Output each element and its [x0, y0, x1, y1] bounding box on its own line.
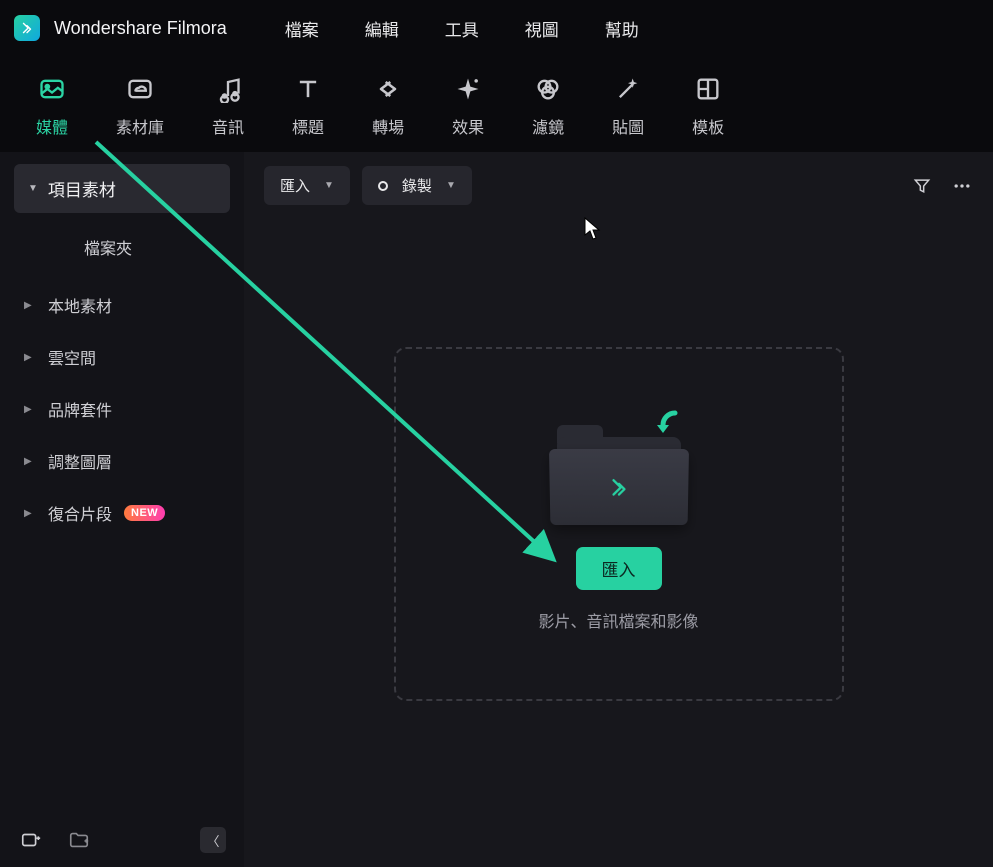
ribbon-stickers[interactable]: 貼圖 [612, 74, 644, 138]
menu-tools[interactable]: 工具 [429, 10, 495, 47]
ribbon-label: 轉場 [372, 114, 404, 138]
new-badge: NEW [124, 505, 165, 521]
chevron-down-icon: ▼ [324, 180, 334, 191]
ribbon-audio[interactable]: 音訊 [212, 74, 244, 138]
menu-edit[interactable]: 編輯 [349, 10, 415, 47]
sidebar: ▼ 項目素材 檔案夾 ▶ 本地素材 ▶ 雲空間 ▶ 品牌套件 ▶ 調整圖層 [0, 152, 244, 867]
chevron-right-icon: ▶ [24, 404, 36, 415]
main-panel: 匯入 ▼ 錄製 ▼ [244, 152, 993, 867]
import-dropdown-label: 匯入 [280, 175, 310, 196]
more-options-button[interactable] [951, 175, 973, 197]
sidebar-item-brand-kit[interactable]: ▶ 品牌套件 [14, 383, 230, 435]
text-icon [293, 74, 323, 104]
chevron-right-icon: ▶ [24, 352, 36, 363]
import-button-label: 匯入 [602, 561, 636, 580]
chevron-left-icon: 〈 [206, 831, 219, 850]
ribbon-label: 模板 [692, 114, 724, 138]
venn-icon [533, 74, 563, 104]
ribbon-label: 效果 [452, 114, 484, 138]
app-logo [14, 15, 40, 41]
ribbon-label: 素材庫 [116, 114, 164, 138]
ribbon-templates[interactable]: 模板 [692, 74, 724, 138]
download-arrow-icon [647, 409, 683, 445]
filmora-mark-icon [608, 477, 630, 498]
import-dropzone[interactable]: 匯入 影片、音訊檔案和影像 [394, 347, 844, 701]
sparkle-icon [453, 74, 483, 104]
ribbon: 媒體 素材庫 音訊 標題 轉場 效果 濾鏡 [0, 56, 993, 152]
record-dropdown[interactable]: 錄製 ▼ [362, 166, 472, 205]
sidebar-item-local[interactable]: ▶ 本地素材 [14, 279, 230, 331]
menubar: Wondershare Filmora 檔案 編輯 工具 視圖 幫助 [0, 0, 993, 56]
chevron-right-icon: ▶ [24, 508, 36, 519]
chevron-down-icon: ▼ [446, 180, 456, 191]
layout-icon [693, 74, 723, 104]
chevron-right-icon: ▶ [24, 456, 36, 467]
new-bin-button[interactable] [18, 827, 44, 853]
main-toolbar: 匯入 ▼ 錄製 ▼ [244, 152, 993, 219]
ribbon-label: 音訊 [212, 114, 244, 138]
sidebar-item-label: 調整圖層 [48, 449, 112, 473]
media-icon [37, 74, 67, 104]
ribbon-titles[interactable]: 標題 [292, 74, 324, 138]
music-note-icon [213, 74, 243, 104]
ribbon-label: 媒體 [36, 114, 68, 138]
dropzone-hint: 影片、音訊檔案和影像 [538, 608, 698, 632]
cloud-icon [125, 74, 155, 104]
sidebar-item-label: 雲空間 [48, 345, 96, 369]
ribbon-label: 濾鏡 [532, 114, 564, 138]
ribbon-effects[interactable]: 效果 [452, 74, 484, 138]
chevron-right-icon: ▶ [24, 300, 36, 311]
sidebar-item-label: 本地素材 [48, 293, 112, 317]
ribbon-label: 貼圖 [612, 114, 644, 138]
menu-file[interactable]: 檔案 [269, 10, 335, 47]
filter-sort-button[interactable] [911, 175, 933, 197]
new-folder-button[interactable] [66, 827, 92, 853]
wand-icon [613, 74, 643, 104]
collapse-sidebar-button[interactable]: 〈 [200, 827, 226, 853]
ribbon-label: 標題 [292, 114, 324, 138]
record-dropdown-label: 錄製 [402, 175, 432, 196]
import-dropdown[interactable]: 匯入 ▼ [264, 166, 350, 205]
ribbon-stock[interactable]: 素材庫 [116, 74, 164, 138]
menu-help[interactable]: 幫助 [589, 10, 655, 47]
ribbon-filters[interactable]: 濾鏡 [532, 74, 564, 138]
sidebar-footer: 〈 [0, 813, 244, 867]
chevron-down-icon: ▼ [28, 183, 38, 194]
sidebar-item-label: 復合片段 [48, 501, 112, 525]
import-button[interactable]: 匯入 [576, 547, 662, 590]
sidebar-header-label: 項目素材 [48, 176, 116, 201]
sidebar-item-label: 品牌套件 [48, 397, 112, 421]
app-title: Wondershare Filmora [54, 18, 227, 39]
transition-icon [373, 74, 403, 104]
folder-illustration [549, 415, 689, 525]
sidebar-item-cloud[interactable]: ▶ 雲空間 [14, 331, 230, 383]
record-icon [378, 181, 388, 191]
ribbon-transitions[interactable]: 轉場 [372, 74, 404, 138]
sidebar-sub-folder[interactable]: 檔案夾 [14, 223, 230, 271]
sidebar-item-compound-clip[interactable]: ▶ 復合片段 NEW [14, 487, 230, 539]
sidebar-header-project-media[interactable]: ▼ 項目素材 [14, 164, 230, 213]
ribbon-media[interactable]: 媒體 [36, 74, 68, 138]
body: ▼ 項目素材 檔案夾 ▶ 本地素材 ▶ 雲空間 ▶ 品牌套件 ▶ 調整圖層 [0, 152, 993, 867]
sidebar-item-adjustment-layer[interactable]: ▶ 調整圖層 [14, 435, 230, 487]
menu-view[interactable]: 視圖 [509, 10, 575, 47]
